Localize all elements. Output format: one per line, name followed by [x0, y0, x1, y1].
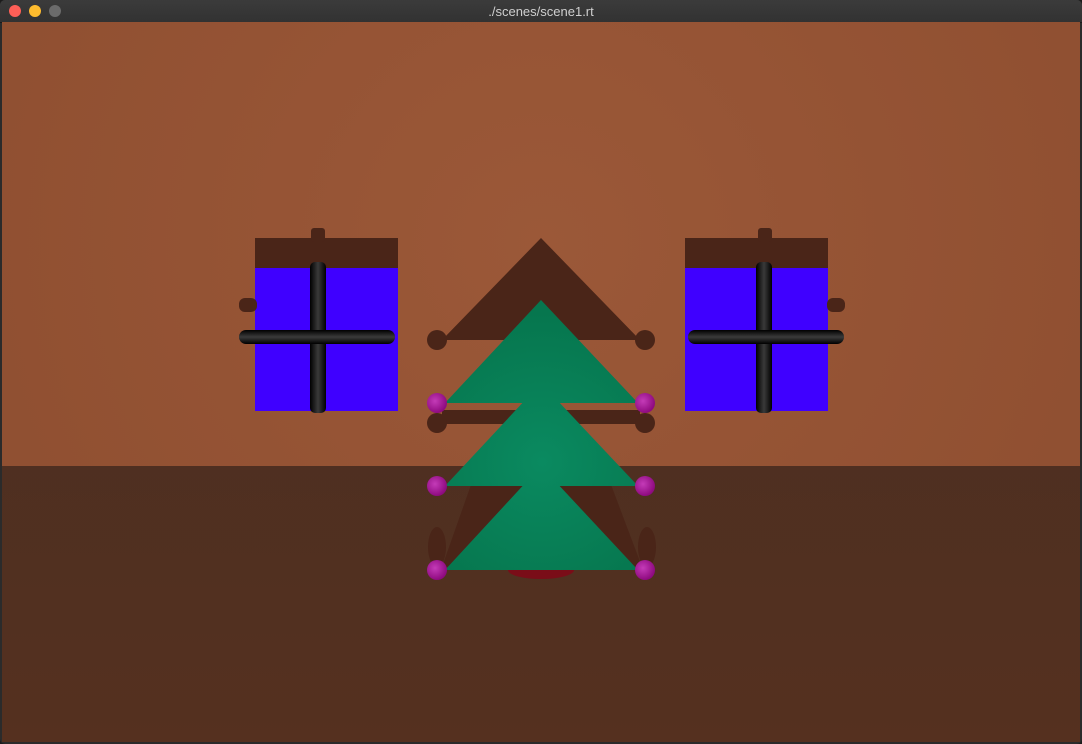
- ornament: [427, 560, 447, 580]
- ornament: [427, 476, 447, 496]
- rendered-scene: [2, 22, 1080, 742]
- ornament: [635, 476, 655, 496]
- title-bar[interactable]: ./scenes/scene1.rt: [0, 0, 1082, 23]
- window-title: ./scenes/scene1.rt: [488, 4, 594, 19]
- ornament: [635, 393, 655, 413]
- left-gift-ribbon-horizontal: [239, 330, 395, 344]
- right-gift-ribbon-horizontal: [688, 330, 844, 344]
- right-gift-box: [685, 228, 845, 413]
- ornament: [427, 393, 447, 413]
- app-window: ./scenes/scene1.rt: [0, 0, 1082, 744]
- left-gift-box: [239, 228, 398, 413]
- render-viewport: [2, 22, 1080, 742]
- ornament: [635, 560, 655, 580]
